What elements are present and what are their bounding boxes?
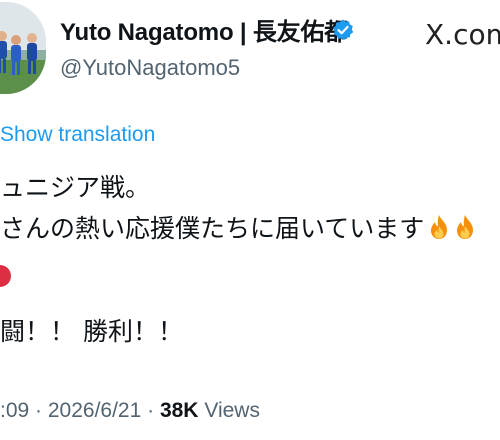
brand-watermark: X.com [425,18,500,51]
display-name[interactable]: Yuto Nagatomo | 長友佑都 [60,12,348,47]
user-handle[interactable]: @YutoNagatomo5 [60,55,240,81]
fire-emoji-icon [431,215,448,239]
verified-badge-icon [333,19,354,40]
fire-emoji-icon [457,215,474,239]
show-translation-link[interactable]: Show translation [0,123,155,147]
avatar-photo [0,2,46,94]
tweet-text-line-1: ュニジア戦。 [0,173,151,202]
tweet-text-line-2: さんの熱い応援僕たちに届いています [0,209,476,245]
views-label: Views [198,399,260,422]
tweet-text-line-2-text: さんの熱い応援僕たちに届いています [0,214,425,243]
tweet-meta: :09 · 2026/6/21 · 38K Views [0,399,260,423]
tweet-screenshot: Yuto Nagatomo | 長友佑都 X.com @YutoNagatomo… [0,0,500,440]
tweet-timestamp[interactable]: :09 · 2026/6/21 · [0,399,160,422]
view-count: 38K [159,399,199,422]
tweet-text-line-4: 闘！！ 勝利！！ [0,317,183,346]
avatar[interactable] [0,2,46,94]
red-circle-emoji-icon [0,265,11,287]
